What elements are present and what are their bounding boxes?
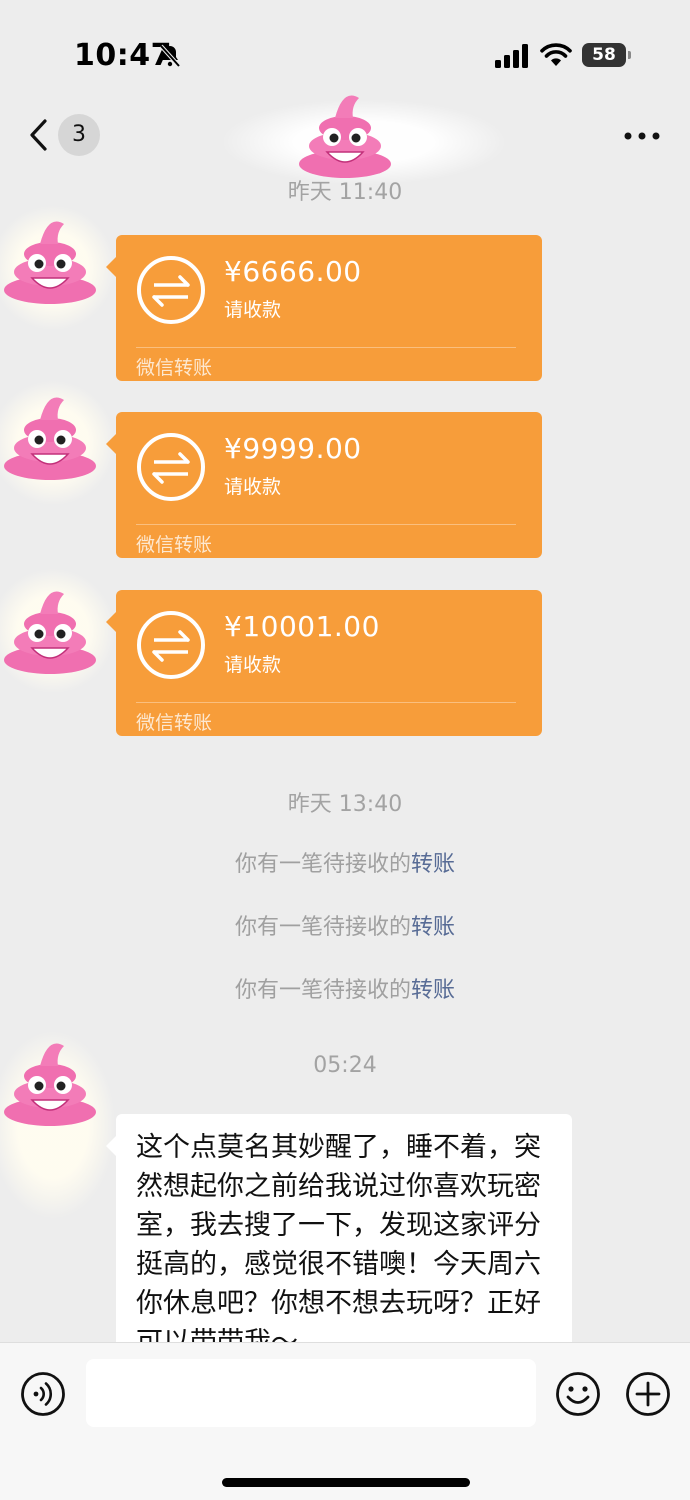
divider [136, 702, 516, 703]
transfer-amount: ¥6666.00 [224, 255, 362, 288]
transfer-amount: ¥9999.00 [224, 432, 362, 465]
transfer-status: 请收款 [224, 299, 282, 321]
transfer-link[interactable]: 转账 [411, 978, 455, 1003]
transfer-source-label: 微信转账 [136, 712, 213, 734]
wifi-icon [540, 43, 572, 66]
transfer-source-label: 微信转账 [136, 357, 213, 379]
system-notice: 你有一笔待接收的转账 [0, 846, 690, 878]
voice-icon[interactable] [20, 1371, 66, 1417]
transfer-link[interactable]: 转账 [411, 852, 455, 877]
system-notice-text: 你有一笔待接收的 [234, 915, 411, 940]
message-timestamp: 昨天 13:40 [287, 792, 403, 817]
sender-avatar[interactable] [0, 208, 100, 308]
transfer-card[interactable]: ¥10001.00 请收款 微信转账 [106, 590, 542, 736]
chevron-left-icon[interactable] [28, 118, 50, 152]
emoji-icon[interactable] [555, 1371, 601, 1417]
sender-avatar[interactable] [0, 1030, 100, 1130]
transfer-card[interactable]: ¥9999.00 请收款 微信转账 [106, 412, 542, 558]
transfer-arrows-icon [137, 256, 205, 324]
system-notice: 你有一笔待接收的转账 [0, 909, 690, 941]
contact-avatar-sticker [285, 82, 405, 182]
transfer-source-label: 微信转账 [136, 534, 213, 556]
system-notice-text: 你有一笔待接收的 [234, 978, 411, 1003]
battery-indicator: 58 [582, 43, 631, 67]
transfer-status: 请收款 [224, 476, 282, 498]
divider [136, 347, 516, 348]
divider [136, 524, 516, 525]
input-bar [0, 1342, 690, 1500]
message-input[interactable] [86, 1359, 536, 1427]
transfer-arrows-icon [137, 611, 205, 679]
plus-icon[interactable] [625, 1371, 671, 1417]
bell-muted-icon [159, 44, 181, 68]
sender-avatar[interactable] [0, 578, 100, 678]
transfer-arrows-icon [137, 433, 205, 501]
more-horizontal-icon[interactable] [622, 130, 662, 142]
transfer-card[interactable]: ¥6666.00 请收款 微信转账 [106, 235, 542, 381]
unread-count-badge[interactable]: 3 [58, 114, 100, 156]
transfer-amount: ¥10001.00 [224, 610, 380, 643]
sender-avatar[interactable] [0, 384, 100, 484]
transfer-link[interactable]: 转账 [411, 915, 455, 940]
text-message-bubble[interactable]: 这个点莫名其妙醒了，睡不着，突然想起你之前给我说过你喜欢玩密室，我去搜了一下，发… [106, 1114, 572, 1380]
system-notice-text: 你有一笔待接收的 [234, 852, 411, 877]
cellular-signal-icon [495, 44, 528, 68]
home-indicator[interactable] [222, 1478, 470, 1487]
message-timestamp: 昨天 11:40 [287, 180, 403, 205]
transfer-status: 请收款 [224, 654, 282, 676]
system-notice: 你有一笔待接收的转账 [0, 972, 690, 1004]
chat-header: 3 [0, 100, 690, 184]
